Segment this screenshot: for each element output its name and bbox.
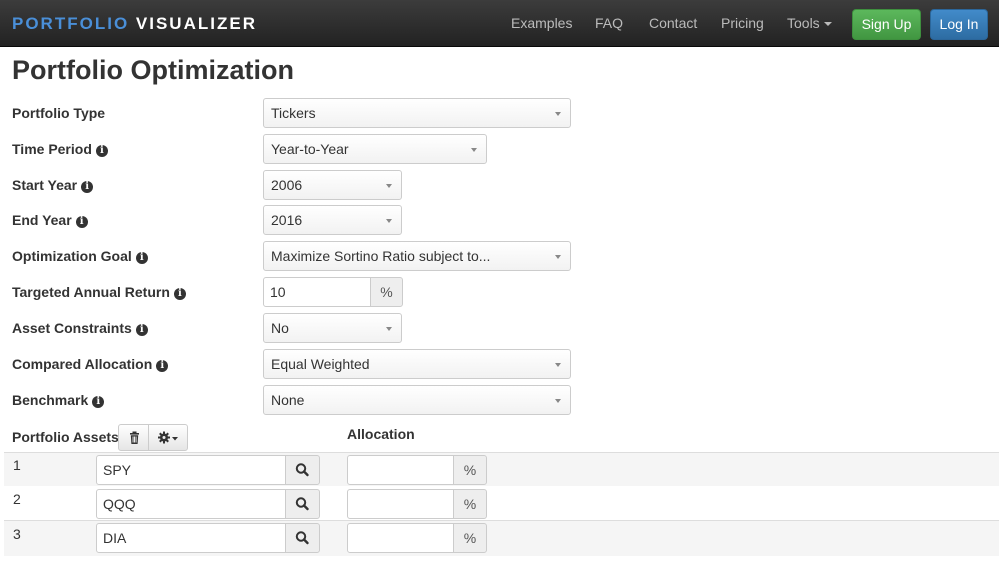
asset-ticker-input[interactable]: SPY: [96, 455, 286, 485]
info-icon[interactable]: i: [75, 216, 88, 228]
end-year-select[interactable]: 2016: [263, 205, 402, 235]
start-year-value: 2006: [271, 177, 303, 193]
chevron-down-icon: [386, 219, 392, 223]
benchmark-select[interactable]: None: [263, 385, 571, 415]
targeted-annual-return-input[interactable]: 10: [263, 277, 371, 307]
clear-assets-button[interactable]: [118, 424, 149, 451]
time-period-select[interactable]: Year-to-Year: [263, 134, 487, 164]
asset-row-number: 3: [13, 526, 21, 542]
asset-ticker-input[interactable]: QQQ: [96, 489, 286, 519]
info-icon[interactable]: i: [173, 288, 186, 300]
nav-tools-label: Tools: [787, 15, 820, 31]
nav-tools-dropdown[interactable]: Tools: [787, 15, 832, 31]
portfolio-type-label-text: Portfolio Type: [12, 105, 106, 121]
ticker-search-button[interactable]: [285, 523, 320, 553]
navbar: PORTFOLIO VISUALIZER Examples FAQ Contac…: [0, 0, 999, 47]
time-period-value: Year-to-Year: [271, 141, 349, 157]
optimization-goal-select[interactable]: Maximize Sortino Ratio subject to...: [263, 241, 571, 271]
nav-faq[interactable]: FAQ: [595, 15, 623, 31]
time-period-label-text: Time Period: [12, 141, 92, 157]
asset-actions-group: [118, 424, 188, 451]
search-icon: [295, 531, 309, 545]
ticker-search-button[interactable]: [285, 489, 320, 519]
info-icon[interactable]: i: [92, 396, 105, 408]
targeted-annual-return-label-text: Targeted Annual Return: [12, 284, 170, 300]
info-icon[interactable]: i: [135, 324, 148, 336]
chevron-down-icon: [471, 148, 477, 152]
page-title: Portfolio Optimization: [12, 55, 294, 85]
compared-allocation-select[interactable]: Equal Weighted: [263, 349, 571, 379]
optimization-goal-label: Optimization Goal i: [12, 248, 148, 264]
asset-constraints-label: Asset Constraints i: [12, 320, 148, 336]
time-period-label: Time Period i: [12, 141, 108, 157]
portfolio-type-value: Tickers: [271, 105, 316, 121]
compared-allocation-label: Compared Allocation i: [12, 356, 169, 372]
search-icon: [295, 463, 309, 477]
info-icon[interactable]: i: [135, 252, 148, 264]
search-icon: [295, 497, 309, 511]
sign-up-button[interactable]: Sign Up: [852, 9, 921, 40]
portfolio-type-select[interactable]: Tickers: [263, 98, 571, 128]
allocation-header: Allocation: [347, 426, 415, 442]
compared-allocation-label-text: Compared Allocation: [12, 356, 153, 372]
targeted-annual-return-label: Targeted Annual Return i: [12, 284, 186, 300]
asset-row-number: 2: [13, 491, 21, 507]
brand-logo[interactable]: PORTFOLIO VISUALIZER: [12, 14, 257, 34]
asset-constraints-value: No: [271, 320, 289, 336]
gear-icon: [158, 431, 178, 444]
portfolio-assets-header: Portfolio Assets: [12, 429, 119, 445]
brand-part-2: VISUALIZER: [135, 14, 257, 33]
log-in-button[interactable]: Log In: [930, 9, 988, 40]
allocation-input[interactable]: [347, 523, 454, 553]
nav-contact[interactable]: Contact: [649, 15, 697, 31]
percent-addon: %: [370, 277, 403, 307]
trash-icon: [130, 431, 139, 444]
asset-row-number: 1: [13, 457, 21, 473]
brand-part-1: PORTFOLIO: [12, 14, 130, 33]
benchmark-label: Benchmark i: [12, 392, 105, 408]
end-year-value: 2016: [271, 212, 303, 228]
end-year-label: End Year i: [12, 212, 88, 228]
chevron-down-icon: [555, 363, 561, 367]
asset-ticker-input[interactable]: DIA: [96, 523, 286, 553]
chevron-down-icon: [555, 399, 561, 403]
allocation-input[interactable]: [347, 489, 454, 519]
info-icon[interactable]: i: [81, 181, 94, 193]
chevron-down-icon: [555, 112, 561, 116]
chevron-down-icon: [555, 255, 561, 259]
percent-addon: %: [453, 489, 487, 519]
allocation-input[interactable]: [347, 455, 454, 485]
asset-constraints-label-text: Asset Constraints: [12, 320, 132, 336]
asset-settings-dropdown[interactable]: [148, 424, 188, 451]
caret-down-icon: [823, 22, 832, 27]
nav-pricing[interactable]: Pricing: [721, 15, 764, 31]
optimization-goal-label-text: Optimization Goal: [12, 248, 132, 264]
nav-examples[interactable]: Examples: [511, 15, 572, 31]
info-icon[interactable]: i: [156, 360, 169, 372]
chevron-down-icon: [386, 184, 392, 188]
percent-addon: %: [453, 523, 487, 553]
optimization-goal-value: Maximize Sortino Ratio subject to...: [271, 248, 491, 264]
compared-allocation-value: Equal Weighted: [271, 356, 370, 372]
info-icon[interactable]: i: [95, 145, 108, 157]
chevron-down-icon: [386, 327, 392, 331]
start-year-select[interactable]: 2006: [263, 170, 402, 200]
ticker-search-button[interactable]: [285, 455, 320, 485]
start-year-label: Start Year i: [12, 177, 94, 193]
portfolio-type-label: Portfolio Type: [12, 105, 105, 121]
asset-constraints-select[interactable]: No: [263, 313, 402, 343]
percent-addon: %: [453, 455, 487, 485]
benchmark-label-text: Benchmark: [12, 392, 89, 408]
end-year-label-text: End Year: [12, 212, 72, 228]
start-year-label-text: Start Year: [12, 177, 78, 193]
benchmark-value: None: [271, 392, 305, 408]
